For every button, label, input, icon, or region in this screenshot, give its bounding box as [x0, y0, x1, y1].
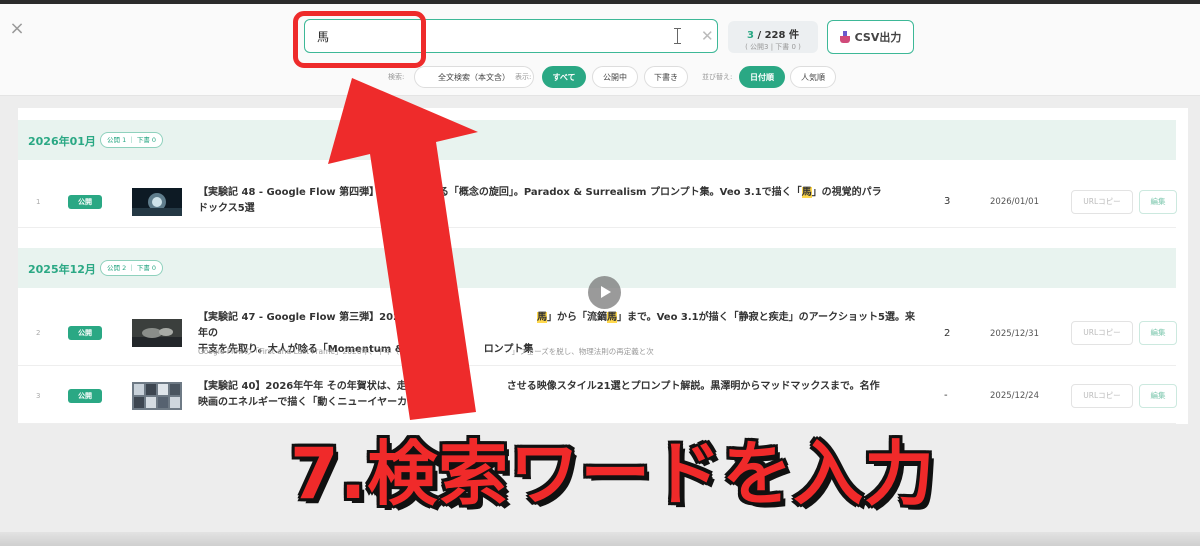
result-count-current: 3 [747, 30, 754, 41]
status-badge: 公開 [68, 389, 102, 403]
clear-icon[interactable]: ✕ [701, 26, 714, 46]
copy-url-button[interactable]: URLコピー [1071, 384, 1133, 408]
copy-url-button[interactable]: URLコピー [1071, 321, 1133, 345]
highlight-box [293, 11, 426, 68]
filter-row: 検索: 全文検索（本文含） 表示: すべて 公開中 下書き 並び替え: 日付順 … [0, 66, 1200, 88]
edit-button[interactable]: 編集 [1139, 384, 1177, 408]
annotation-caption: 7.検索ワードを入力 [290, 433, 936, 515]
article-thumbnail [132, 319, 182, 347]
csv-export-label: CSV出力 [854, 31, 902, 44]
close-icon[interactable]: × [8, 20, 26, 38]
month-group-title: 2026年01月 [28, 135, 96, 148]
flask-icon [839, 31, 850, 43]
text-cursor-icon [674, 28, 685, 44]
article-thumbnail [132, 188, 182, 216]
publish-date: 2025/12/24 [990, 391, 1039, 401]
view-count: 2 [944, 328, 951, 339]
sort-label: 並び替え: [702, 73, 733, 81]
search-header: × ✕ 3 / 228 件 ( 公開3 | 下書 0 ) CSV出力 検索: 全… [0, 4, 1200, 96]
row-index: 1 [36, 198, 41, 206]
table-row[interactable]: 3 公開 【実験記 40】2026年午年 その年賀状は、走り出す させる映像スタイ… [18, 370, 1177, 424]
status-badge: 公開 [68, 195, 102, 209]
result-count-breakdown: ( 公開3 | 下書 0 ) [745, 43, 801, 51]
table-row[interactable]: 1 公開 【実験記 48 - Google Flow 第四弾】 換える「概念の旋回… [18, 176, 1177, 228]
month-group-header: 2026年01月 公開 1 ｜ 下書 0 [18, 120, 1176, 160]
edit-button[interactable]: 編集 [1139, 321, 1177, 345]
view-count: - [944, 390, 948, 401]
month-group-badge: 公開 2 ｜ 下書 0 [100, 260, 164, 276]
edit-button[interactable]: 編集 [1139, 190, 1177, 214]
filter-draft[interactable]: 下書き [644, 66, 688, 88]
csv-export-button[interactable]: CSV出力 [827, 20, 914, 54]
table-row[interactable]: 2 公開 【実験記 47 - Google Flow 第三弾】2026年、 馬」か… [18, 302, 1177, 366]
article-thumbnail [132, 382, 182, 410]
sort-popular[interactable]: 人気順 [790, 66, 836, 88]
month-group-title: 2025年12月 [28, 263, 96, 276]
copy-url-button[interactable]: URLコピー [1071, 190, 1133, 214]
status-badge: 公開 [68, 326, 102, 340]
publish-date: 2026/01/01 [990, 197, 1039, 207]
row-index: 3 [36, 392, 41, 400]
red-arrow-icon [328, 78, 478, 420]
filter-published[interactable]: 公開中 [592, 66, 638, 88]
month-group-badge: 公開 1 ｜ 下書 0 [100, 132, 164, 148]
video-play-icon[interactable] [588, 276, 621, 309]
view-count: 3 [944, 196, 951, 207]
bottom-edge [0, 532, 1200, 546]
result-count: 3 / 228 件 ( 公開3 | 下書 0 ) [728, 21, 818, 53]
publish-date: 2025/12/31 [990, 329, 1039, 339]
sort-date[interactable]: 日付順 [739, 66, 785, 88]
result-count-total: / 228 件 [757, 30, 799, 41]
row-index: 2 [36, 329, 41, 337]
display-label: 表示: [515, 73, 532, 81]
filter-all[interactable]: すべて [542, 66, 586, 88]
